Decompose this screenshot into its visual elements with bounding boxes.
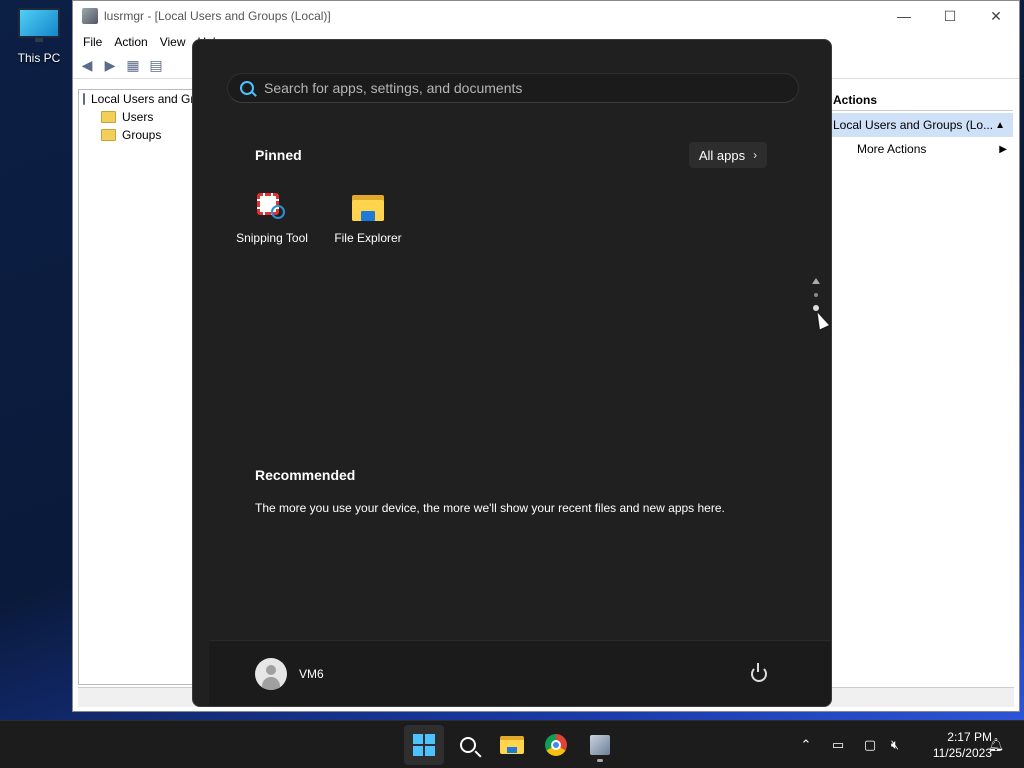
pinned-app-snipping-tool[interactable]: Snipping Tool bbox=[224, 191, 320, 245]
avatar bbox=[255, 658, 287, 690]
network-disconnected-icon[interactable]: ▭ bbox=[826, 721, 850, 768]
page-dot-active[interactable] bbox=[813, 305, 819, 311]
console-tree: Local Users and Groups (Local) Users Gro… bbox=[78, 89, 260, 685]
submenu-arrow-icon: ▶ bbox=[999, 143, 1007, 155]
taskbar-search-button[interactable] bbox=[448, 725, 488, 765]
maximize-button[interactable]: ☐ bbox=[927, 8, 973, 25]
menu-file[interactable]: File bbox=[77, 35, 108, 49]
user-account-button[interactable]: VM6 bbox=[255, 658, 324, 690]
all-apps-button[interactable]: All apps › bbox=[689, 142, 767, 168]
menu-view[interactable]: View bbox=[154, 35, 192, 49]
computer-icon bbox=[83, 93, 85, 105]
start-search-box[interactable] bbox=[227, 73, 799, 103]
file-explorer-icon bbox=[351, 191, 385, 225]
pinned-app-file-explorer[interactable]: File Explorer bbox=[320, 191, 416, 245]
tree-item-label: Users bbox=[122, 110, 154, 124]
window-title: lusrmgr - [Local Users and Groups (Local… bbox=[104, 9, 331, 23]
collapse-up-icon[interactable]: ▲ bbox=[995, 120, 1005, 131]
taskbar-file-explorer-button[interactable] bbox=[492, 725, 532, 765]
menu-action[interactable]: Action bbox=[108, 35, 153, 49]
pinned-title: Pinned bbox=[255, 147, 302, 163]
console-tree-icon[interactable]: ▦ bbox=[123, 57, 143, 75]
folder-icon bbox=[101, 111, 116, 123]
pinned-app-label: Snipping Tool bbox=[236, 231, 308, 245]
recommended-title: Recommended bbox=[255, 467, 356, 483]
taskbar-lusrmgr-button[interactable] bbox=[580, 725, 620, 765]
recommended-text: The more you use your device, the more w… bbox=[255, 501, 725, 515]
running-indicator bbox=[597, 759, 603, 762]
windows-logo-icon bbox=[413, 734, 435, 756]
all-apps-label: All apps bbox=[698, 147, 746, 163]
display-icon[interactable]: ▢ bbox=[858, 721, 882, 768]
folder-icon bbox=[500, 736, 524, 754]
actions-selected-label: Local Users and Groups (Lo... bbox=[833, 118, 994, 132]
start-footer: VM6 bbox=[209, 640, 831, 706]
minimize-button[interactable]: — bbox=[881, 8, 927, 24]
actions-header: Actions bbox=[831, 89, 1013, 111]
clock-date: 11/25/2023 bbox=[932, 746, 992, 760]
monitor-icon bbox=[18, 8, 60, 42]
search-icon bbox=[460, 737, 476, 753]
tree-root[interactable]: Local Users and Groups (Local) bbox=[79, 90, 260, 108]
actions-selected-item[interactable]: Local Users and Groups (Lo... ▲ bbox=[831, 113, 1013, 137]
power-icon[interactable] bbox=[751, 663, 767, 682]
desktop-icon-label: This PC bbox=[17, 51, 61, 65]
clock[interactable]: 2:17 PM 11/25/2023 bbox=[912, 729, 992, 761]
close-button[interactable]: ✕ bbox=[973, 8, 1019, 25]
volume-muted-icon[interactable]: 🔇︎ bbox=[884, 721, 906, 768]
start-button[interactable] bbox=[404, 725, 444, 765]
page-dot[interactable] bbox=[814, 293, 818, 297]
page-up-icon[interactable] bbox=[812, 278, 820, 284]
notification-bell-icon[interactable]: 🔔︎ bbox=[986, 721, 1006, 768]
tree-item-users[interactable]: Users bbox=[79, 108, 197, 126]
desktop-icon-this-pc[interactable]: This PC bbox=[10, 8, 68, 65]
forward-arrow-icon[interactable]: ▶ bbox=[100, 57, 120, 75]
window-titlebar[interactable]: lusrmgr - [Local Users and Groups (Local… bbox=[73, 1, 1019, 31]
more-actions-label: More Actions bbox=[857, 142, 927, 156]
chrome-icon bbox=[545, 734, 567, 756]
mmc-icon bbox=[82, 8, 98, 24]
taskbar-chrome-button[interactable] bbox=[536, 725, 576, 765]
start-menu: Pinned All apps › Snipping Tool File Exp… bbox=[192, 39, 832, 707]
chevron-right-icon: › bbox=[753, 148, 758, 162]
mmc-icon bbox=[590, 735, 610, 755]
more-actions-item[interactable]: More Actions ▶ bbox=[831, 137, 1013, 161]
back-arrow-icon[interactable]: ◀ bbox=[77, 57, 97, 75]
clock-time: 2:17 PM bbox=[947, 730, 992, 744]
start-search-input[interactable] bbox=[264, 80, 798, 96]
chevron-up-icon[interactable]: ⌃ bbox=[796, 721, 816, 768]
search-icon bbox=[240, 81, 254, 95]
tree-item-groups[interactable]: Groups bbox=[79, 126, 197, 144]
taskbar: ⌃ ▭ ▢ 🔇︎ 2:17 PM 11/25/2023 🔔︎ bbox=[0, 720, 1024, 768]
export-list-icon[interactable]: ▤ bbox=[146, 57, 166, 75]
actions-pane: Actions Local Users and Groups (Lo... ▲ … bbox=[831, 89, 1013, 685]
pinned-app-label: File Explorer bbox=[334, 231, 402, 245]
folder-icon bbox=[101, 129, 116, 141]
snipping-tool-icon bbox=[255, 191, 289, 225]
tree-item-label: Groups bbox=[122, 128, 162, 142]
user-name: VM6 bbox=[299, 667, 324, 681]
